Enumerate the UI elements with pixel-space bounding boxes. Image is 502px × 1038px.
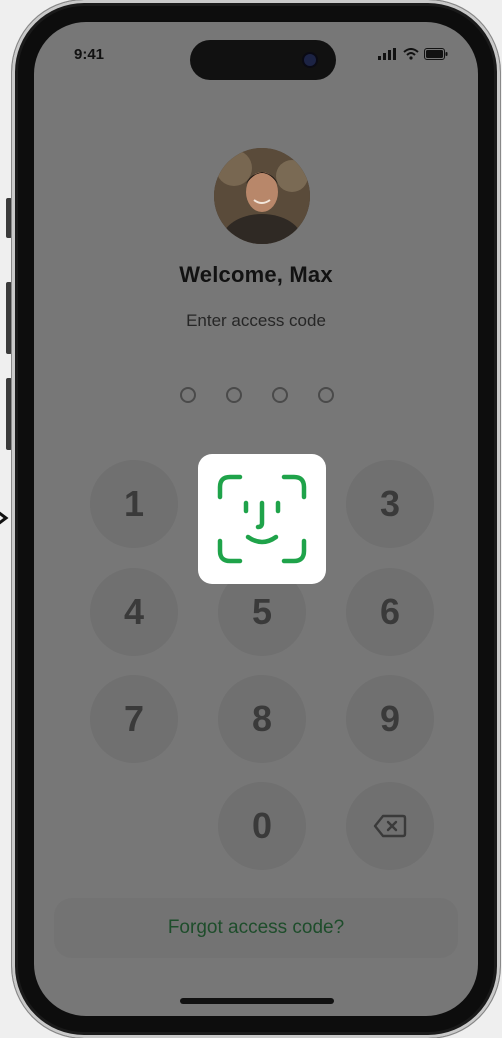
key-8[interactable]: 8 xyxy=(218,675,306,763)
avatar xyxy=(214,148,310,244)
user-photo xyxy=(214,148,310,244)
passcode-dot xyxy=(272,387,288,403)
phone-frame: 9:41 Welcome, Max Enter access code 1 3 … xyxy=(12,0,500,1038)
passcode-dot xyxy=(180,387,196,403)
delete-button[interactable] xyxy=(346,782,434,870)
key-6[interactable]: 6 xyxy=(346,568,434,656)
battery-icon xyxy=(424,48,448,60)
front-camera-icon xyxy=(304,54,316,66)
passcode-dot xyxy=(318,387,334,403)
welcome-title: Welcome, Max xyxy=(179,262,333,287)
key-4[interactable]: 4 xyxy=(90,568,178,656)
home-indicator[interactable] xyxy=(180,998,334,1004)
passcode-dot xyxy=(226,387,242,403)
face-id-icon xyxy=(217,474,307,564)
signal-icon xyxy=(378,48,396,60)
status-time: 9:41 xyxy=(74,46,105,63)
access-code-prompt: Enter access code xyxy=(186,311,326,330)
passcode-dots xyxy=(180,387,334,403)
dynamic-island xyxy=(190,40,336,80)
arrow-pointer-icon xyxy=(0,511,9,525)
status-icons xyxy=(378,48,448,60)
device-stage: 9:41 Welcome, Max Enter access code 1 3 … xyxy=(0,0,502,1038)
phone-screen: 9:41 Welcome, Max Enter access code 1 3 … xyxy=(34,22,478,1016)
face-id-popup[interactable] xyxy=(198,454,326,584)
forgot-code-label: Forgot access code? xyxy=(167,917,345,938)
key-0[interactable]: 0 xyxy=(218,782,306,870)
key-1[interactable]: 1 xyxy=(90,460,178,548)
backspace-icon xyxy=(373,814,407,838)
key-9[interactable]: 9 xyxy=(346,675,434,763)
wifi-icon xyxy=(403,48,419,60)
forgot-code-button[interactable]: Forgot access code? xyxy=(54,898,458,958)
key-7[interactable]: 7 xyxy=(90,675,178,763)
key-3[interactable]: 3 xyxy=(346,460,434,548)
